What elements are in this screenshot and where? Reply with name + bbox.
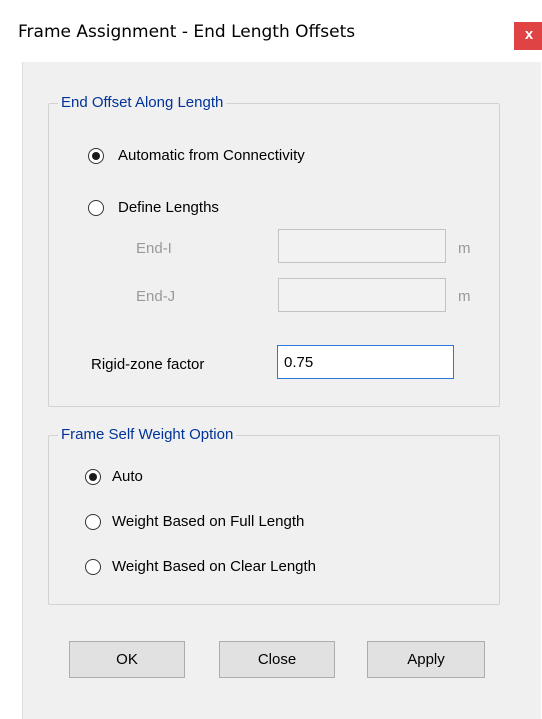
dialog-body: End Offset Along Length Automatic from C… <box>22 62 541 719</box>
end-j-field[interactable] <box>278 278 446 312</box>
radio-weight-full-length[interactable]: Weight Based on Full Length <box>85 513 304 530</box>
radio-label: Weight Based on Full Length <box>112 513 305 530</box>
radio-label: Auto <box>112 468 143 485</box>
dialog-window: Frame Assignment - End Length Offsets x … <box>0 0 542 719</box>
radio-weight-clear-length[interactable]: Weight Based on Clear Length <box>85 558 316 575</box>
rigid-zone-factor-field[interactable] <box>277 345 454 379</box>
radio-button[interactable] <box>85 558 101 575</box>
radio-define-lengths[interactable]: Define Lengths <box>88 199 219 216</box>
title-bar: Frame Assignment - End Length Offsets x <box>0 0 542 62</box>
end-i-unit: m <box>458 240 471 257</box>
radio-automatic-from-connectivity[interactable]: Automatic from Connectivity <box>88 147 305 164</box>
rigid-zone-factor-label: Rigid-zone factor <box>91 356 205 373</box>
close-icon[interactable]: x <box>514 22 542 50</box>
end-i-field[interactable] <box>278 229 446 263</box>
ok-button[interactable]: OK <box>69 641 185 678</box>
radio-label: Weight Based on Clear Length <box>112 558 317 575</box>
end-offset-group-title: End Offset Along Length <box>58 94 227 111</box>
radio-label: Automatic from Connectivity <box>118 147 305 164</box>
radio-auto[interactable]: Auto <box>85 468 143 485</box>
window-title: Frame Assignment - End Length Offsets <box>18 22 356 42</box>
end-j-label: End-J <box>136 288 176 305</box>
radio-button-checked[interactable] <box>85 468 101 485</box>
apply-button[interactable]: Apply <box>367 641 485 678</box>
radio-button-checked[interactable] <box>88 147 104 164</box>
end-j-unit: m <box>458 288 471 305</box>
radio-button[interactable] <box>85 513 101 530</box>
radio-label: Define Lengths <box>118 199 219 216</box>
radio-button[interactable] <box>88 199 104 216</box>
end-i-label: End-I <box>136 240 172 257</box>
self-weight-group-title: Frame Self Weight Option <box>58 426 237 443</box>
close-button[interactable]: Close <box>219 641 335 678</box>
